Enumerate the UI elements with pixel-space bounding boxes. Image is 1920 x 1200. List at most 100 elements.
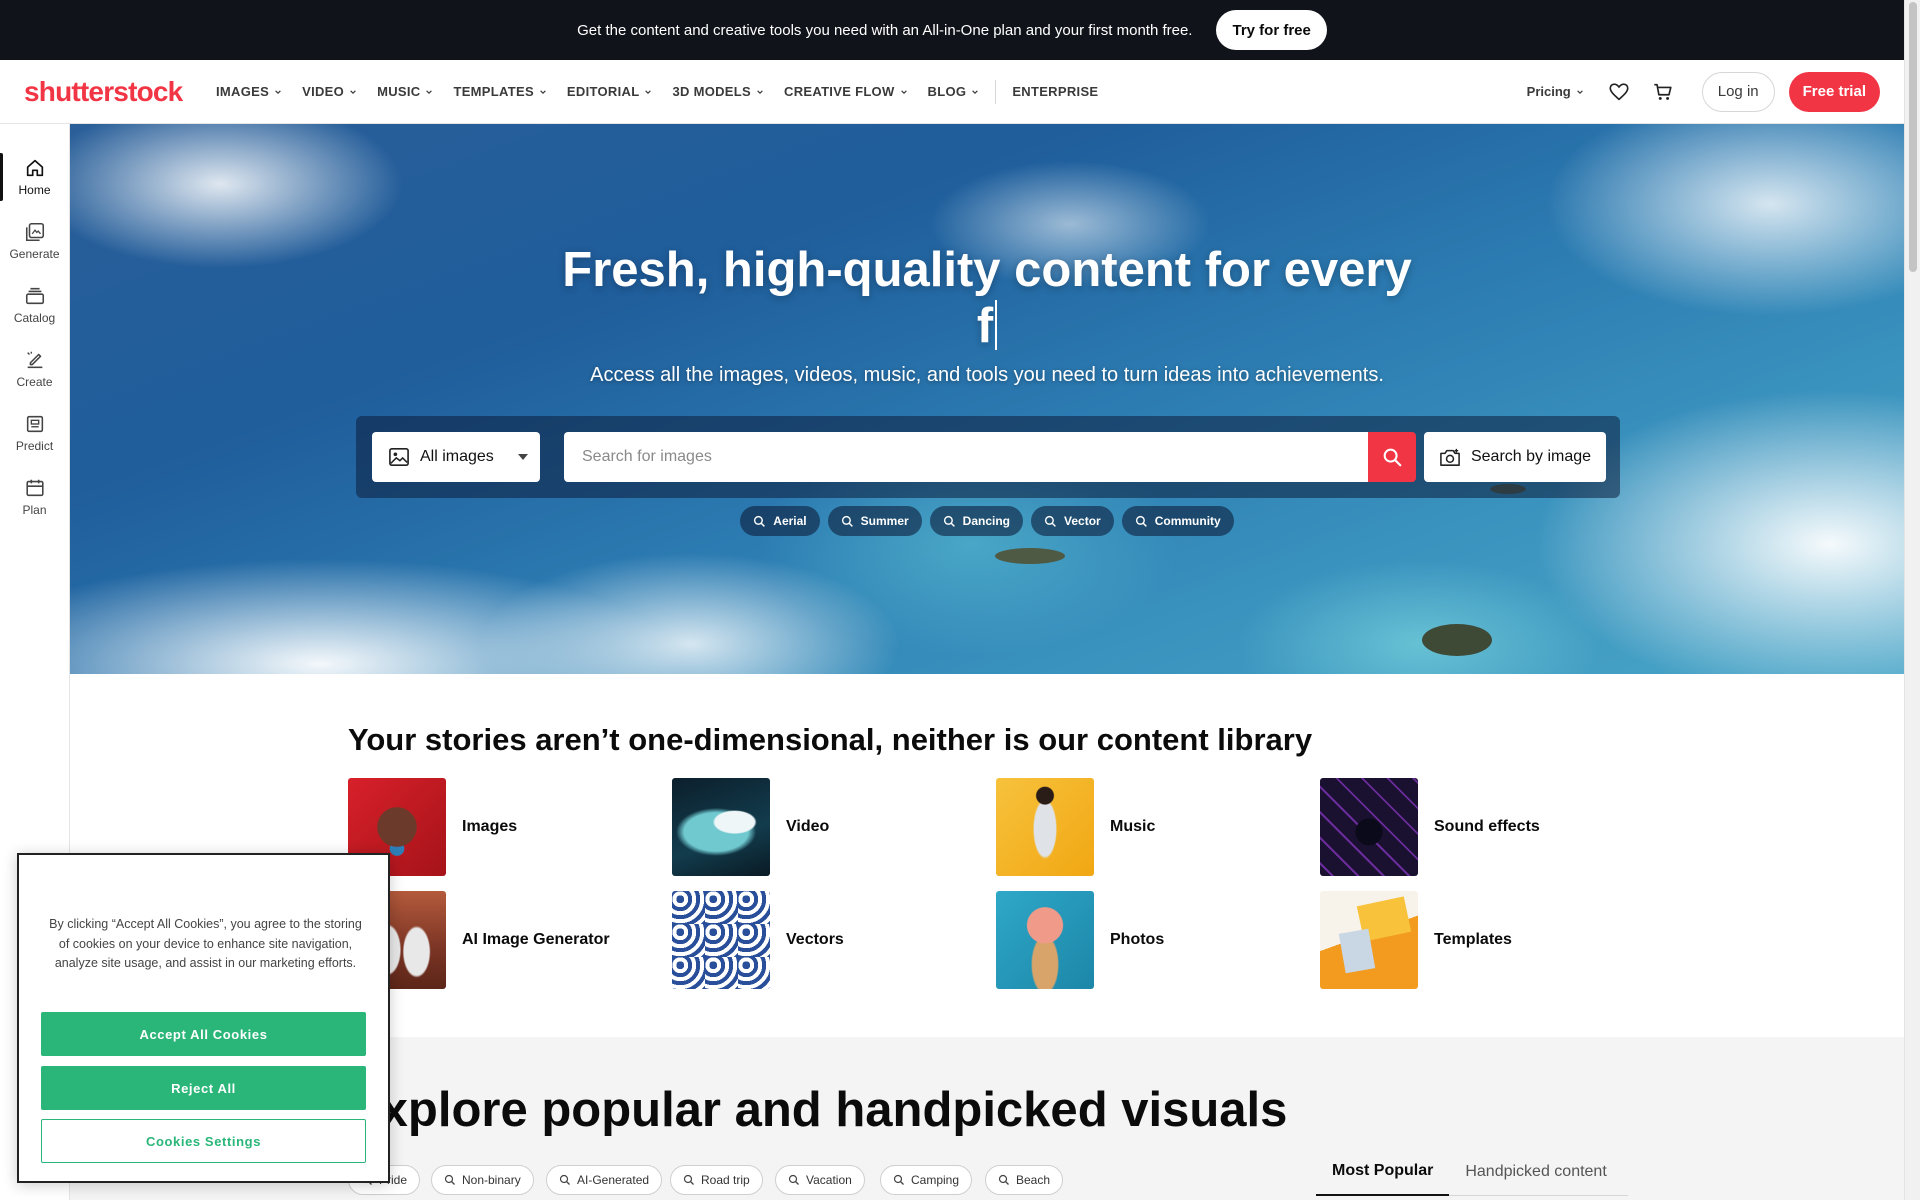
home-icon	[26, 159, 43, 177]
island-decoration	[1422, 624, 1492, 656]
site-header: shutterstock IMAGES VIDEO MUSIC TEMPLATE…	[0, 60, 1904, 124]
tag-label: Vacation	[806, 1173, 852, 1187]
chip-aerial[interactable]: Aerial	[740, 506, 820, 536]
category-templates[interactable]: Templates	[1320, 891, 1512, 989]
chip-vector[interactable]: Vector	[1031, 506, 1114, 536]
nav-music[interactable]: MUSIC	[367, 60, 443, 123]
nav-enterprise[interactable]: ENTERPRISE	[1002, 60, 1108, 123]
sidebar-item-catalog[interactable]: Catalog	[0, 273, 69, 337]
tab-handpicked-content[interactable]: Handpicked content	[1449, 1148, 1622, 1196]
nav-label: TEMPLATES	[453, 84, 534, 99]
scrollbar-thumb[interactable]	[1909, 2, 1917, 272]
search-icon	[893, 1174, 904, 1185]
pricing-menu[interactable]: Pricing	[1527, 84, 1584, 99]
chip-label: Summer	[860, 514, 909, 528]
tag-ai-generated[interactable]: AI-Generated	[546, 1165, 663, 1195]
sidebar-item-create[interactable]: Create	[0, 337, 69, 401]
category-thumbnail	[996, 891, 1094, 989]
pricing-label: Pricing	[1526, 84, 1571, 99]
nav-blog[interactable]: BLOG	[918, 60, 990, 123]
nav-images[interactable]: IMAGES	[206, 60, 292, 123]
cart-icon[interactable]	[1648, 77, 1678, 107]
nav-label: VIDEO	[302, 84, 345, 99]
tag-camping[interactable]: Camping	[880, 1165, 973, 1195]
search-panel: All images Search by image	[356, 416, 1620, 498]
chevron-down-icon	[900, 89, 907, 94]
predict-icon	[26, 415, 43, 433]
tag-road-trip[interactable]: Road trip	[670, 1165, 763, 1195]
sidebar-item-label: Create	[16, 375, 53, 389]
chip-label: Vector	[1064, 514, 1101, 528]
category-music[interactable]: Music	[996, 778, 1155, 876]
search-icon	[754, 515, 766, 527]
chevron-down-icon	[1576, 89, 1583, 94]
tag-label: Road trip	[701, 1173, 750, 1187]
sidebar-item-generate[interactable]: Generate	[0, 209, 69, 273]
search-by-image-button[interactable]: Search by image	[1424, 432, 1606, 482]
camera-icon	[1440, 448, 1460, 466]
nav-creative-flow[interactable]: CREATIVE FLOW	[774, 60, 918, 123]
category-thumbnail	[1320, 778, 1418, 876]
media-type-select[interactable]: All images	[372, 432, 540, 482]
cookies-settings-button[interactable]: Cookies Settings	[41, 1119, 366, 1163]
login-button[interactable]: Log in	[1701, 71, 1775, 112]
heart-icon[interactable]	[1604, 77, 1634, 107]
main-nav: IMAGES VIDEO MUSIC TEMPLATES EDITORIAL 3…	[206, 60, 1108, 123]
nav-video[interactable]: VIDEO	[292, 60, 367, 123]
accept-all-cookies-button[interactable]: Accept All Cookies	[41, 1012, 366, 1056]
cookie-consent-dialog: By clicking “Accept All Cookies”, you ag…	[17, 853, 390, 1183]
nav-templates[interactable]: TEMPLATES	[443, 60, 556, 123]
category-label: Video	[786, 818, 830, 835]
nav-3d-models[interactable]: 3D MODELS	[662, 60, 774, 123]
category-photos[interactable]: Photos	[996, 891, 1164, 989]
plan-icon	[25, 479, 44, 497]
categories-title: Your stories aren’t one-dimensional, nei…	[348, 722, 1313, 757]
sidebar-item-home[interactable]: Home	[0, 145, 69, 209]
chevron-down-icon	[972, 89, 979, 94]
chip-summer[interactable]: Summer	[827, 506, 922, 536]
hero-title-line2: f	[70, 298, 1904, 354]
suggestion-chips: Aerial Summer Dancing Vector Community	[70, 506, 1904, 536]
category-label: Images	[462, 818, 518, 835]
search-input[interactable]	[564, 432, 1368, 482]
sidebar-item-predict[interactable]: Predict	[0, 401, 69, 465]
free-trial-button[interactable]: Free trial	[1788, 71, 1880, 112]
chip-dancing[interactable]: Dancing	[929, 506, 1024, 536]
category-video[interactable]: Video	[672, 778, 829, 876]
create-icon	[26, 351, 42, 369]
tag-label: AI-Generated	[577, 1173, 650, 1187]
reject-all-cookies-button[interactable]: Reject All	[41, 1066, 366, 1110]
chevron-down-icon	[540, 89, 546, 94]
nav-editorial[interactable]: EDITORIAL	[557, 60, 663, 123]
tag-label: Camping	[911, 1173, 960, 1187]
category-thumbnail	[672, 891, 770, 989]
search-icon	[841, 515, 853, 527]
tag-beach[interactable]: Beach	[985, 1165, 1064, 1195]
sidebar-item-label: Plan	[22, 503, 47, 517]
search-button[interactable]	[1368, 432, 1416, 482]
category-thumbnail	[1320, 891, 1418, 989]
category-sound-effects[interactable]: Sound effects	[1320, 778, 1540, 876]
chip-community[interactable]: Community	[1121, 506, 1234, 536]
logo[interactable]: shutterstock	[24, 76, 196, 108]
tag-label: Non-binary	[462, 1173, 521, 1187]
search-by-image-label: Search by image	[1470, 448, 1592, 465]
chevron-down-icon	[757, 89, 763, 94]
explore-title: Explore popular and handpicked visuals	[348, 1083, 1288, 1137]
try-for-free-button[interactable]: Try for free	[1216, 10, 1327, 50]
chip-label: Aerial	[773, 514, 807, 528]
promo-text: Get the content and creative tools you n…	[577, 21, 1193, 39]
search-icon	[788, 1174, 799, 1185]
chevron-down-icon	[426, 89, 433, 94]
nav-label: BLOG	[927, 84, 967, 99]
category-vectors[interactable]: Vectors	[672, 891, 844, 989]
page-scrollbar[interactable]	[1904, 0, 1920, 1200]
text-caret	[995, 300, 998, 350]
tag-non-binary[interactable]: Non-binary	[431, 1165, 534, 1195]
tab-most-popular[interactable]: Most Popular	[1316, 1148, 1450, 1196]
category-label: Vectors	[786, 931, 844, 948]
hero-title-line1: Fresh, high-quality content for every	[562, 243, 1412, 297]
cookie-consent-text: By clicking “Accept All Cookies”, you ag…	[49, 917, 362, 970]
sidebar-item-plan[interactable]: Plan	[0, 465, 69, 529]
tag-vacation[interactable]: Vacation	[775, 1165, 865, 1195]
